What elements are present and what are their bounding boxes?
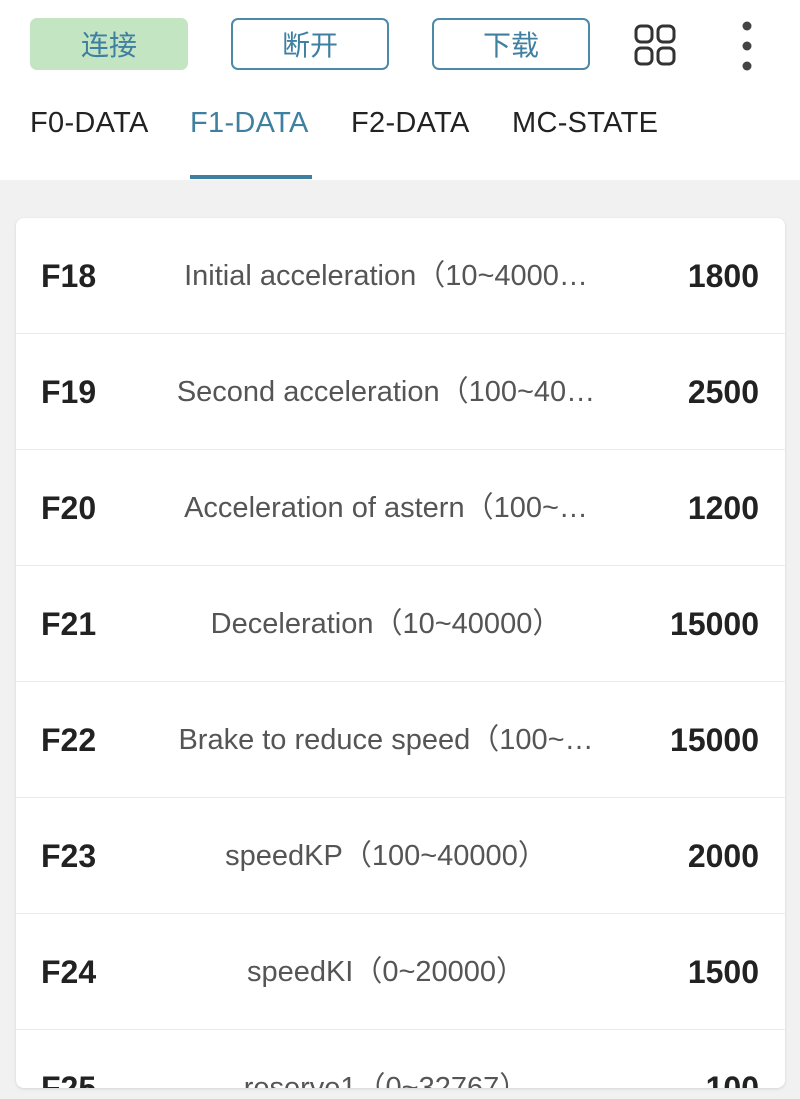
parameter-row-f20[interactable]: F20 Acceleration of astern（100~… 1200 [16, 450, 785, 566]
parameter-code: F19 [41, 374, 97, 410]
active-tab-indicator [190, 175, 312, 179]
parameter-code: F20 [41, 490, 97, 526]
tab-f0-data[interactable]: F0-DATA [30, 107, 149, 140]
connect-button-label: 连接 [80, 29, 137, 62]
toolbar: 连接 断开 下载 [0, 0, 800, 90]
parameter-description: Brake to reduce speed（100~… [178, 724, 594, 756]
parameter-description: reserve1（0~32767） [243, 1072, 529, 1088]
parameter-code: F23 [41, 838, 97, 874]
more-vertical-icon[interactable] [736, 20, 758, 72]
parameter-value: 15000 [670, 606, 759, 642]
parameter-description: speedKP（100~40000） [225, 840, 547, 872]
tab-mc-state[interactable]: MC-STATE [512, 107, 658, 140]
parameter-row-f18[interactable]: F18 Initial acceleration（10~4000… 1800 [16, 218, 785, 334]
parameter-value: 2500 [687, 374, 759, 410]
download-button[interactable]: 下载 [432, 18, 590, 70]
parameter-description: Second acceleration（100~40… [176, 376, 596, 408]
parameter-code: F18 [41, 258, 97, 294]
tab-bar: F0-DATA F1-DATA F2-DATA MC-STATE [0, 95, 800, 180]
connect-button[interactable]: 连接 [30, 18, 188, 70]
parameter-value: 2000 [687, 838, 759, 874]
parameter-value: 15000 [670, 722, 759, 758]
parameter-row-f24[interactable]: F24 speedKI（0~20000） 1500 [16, 914, 785, 1030]
parameter-description: Initial acceleration（10~4000… [184, 260, 588, 292]
parameter-code: F24 [41, 954, 97, 990]
disconnect-button-label: 断开 [281, 29, 338, 62]
parameter-row-f25[interactable]: F25 reserve1（0~32767） 100 [16, 1030, 785, 1088]
parameter-row-f19[interactable]: F19 Second acceleration（100~40… 2500 [16, 334, 785, 450]
parameter-row-f22[interactable]: F22 Brake to reduce speed（100~… 15000 [16, 682, 785, 798]
parameter-value: 1500 [687, 954, 759, 990]
parameter-description: Deceleration（10~40000） [210, 608, 562, 640]
parameter-value: 1200 [687, 490, 759, 526]
parameter-code: F22 [41, 722, 97, 758]
tab-f2-data[interactable]: F2-DATA [351, 107, 470, 140]
parameter-list: F18 Initial acceleration（10~4000… 1800 F… [16, 218, 785, 1088]
parameter-description: speedKI（0~20000） [246, 956, 526, 988]
parameter-row-f23[interactable]: F23 speedKP（100~40000） 2000 [16, 798, 785, 914]
parameter-value: 1800 [687, 258, 759, 294]
parameter-code: F25 [41, 1070, 97, 1088]
tab-f1-data[interactable]: F1-DATA [190, 107, 309, 140]
app-header: 连接 断开 下载 F0-DATA F1-DATA F2-DATA MC-STAT… [0, 0, 800, 180]
parameter-value: 100 [705, 1070, 759, 1088]
parameter-code: F21 [41, 606, 97, 642]
download-button-label: 下载 [482, 29, 539, 62]
disconnect-button[interactable]: 断开 [231, 18, 389, 70]
grid-icon[interactable] [634, 24, 676, 66]
parameter-row-f21[interactable]: F21 Deceleration（10~40000） 15000 [16, 566, 785, 682]
parameter-description: Acceleration of astern（100~… [184, 492, 588, 524]
